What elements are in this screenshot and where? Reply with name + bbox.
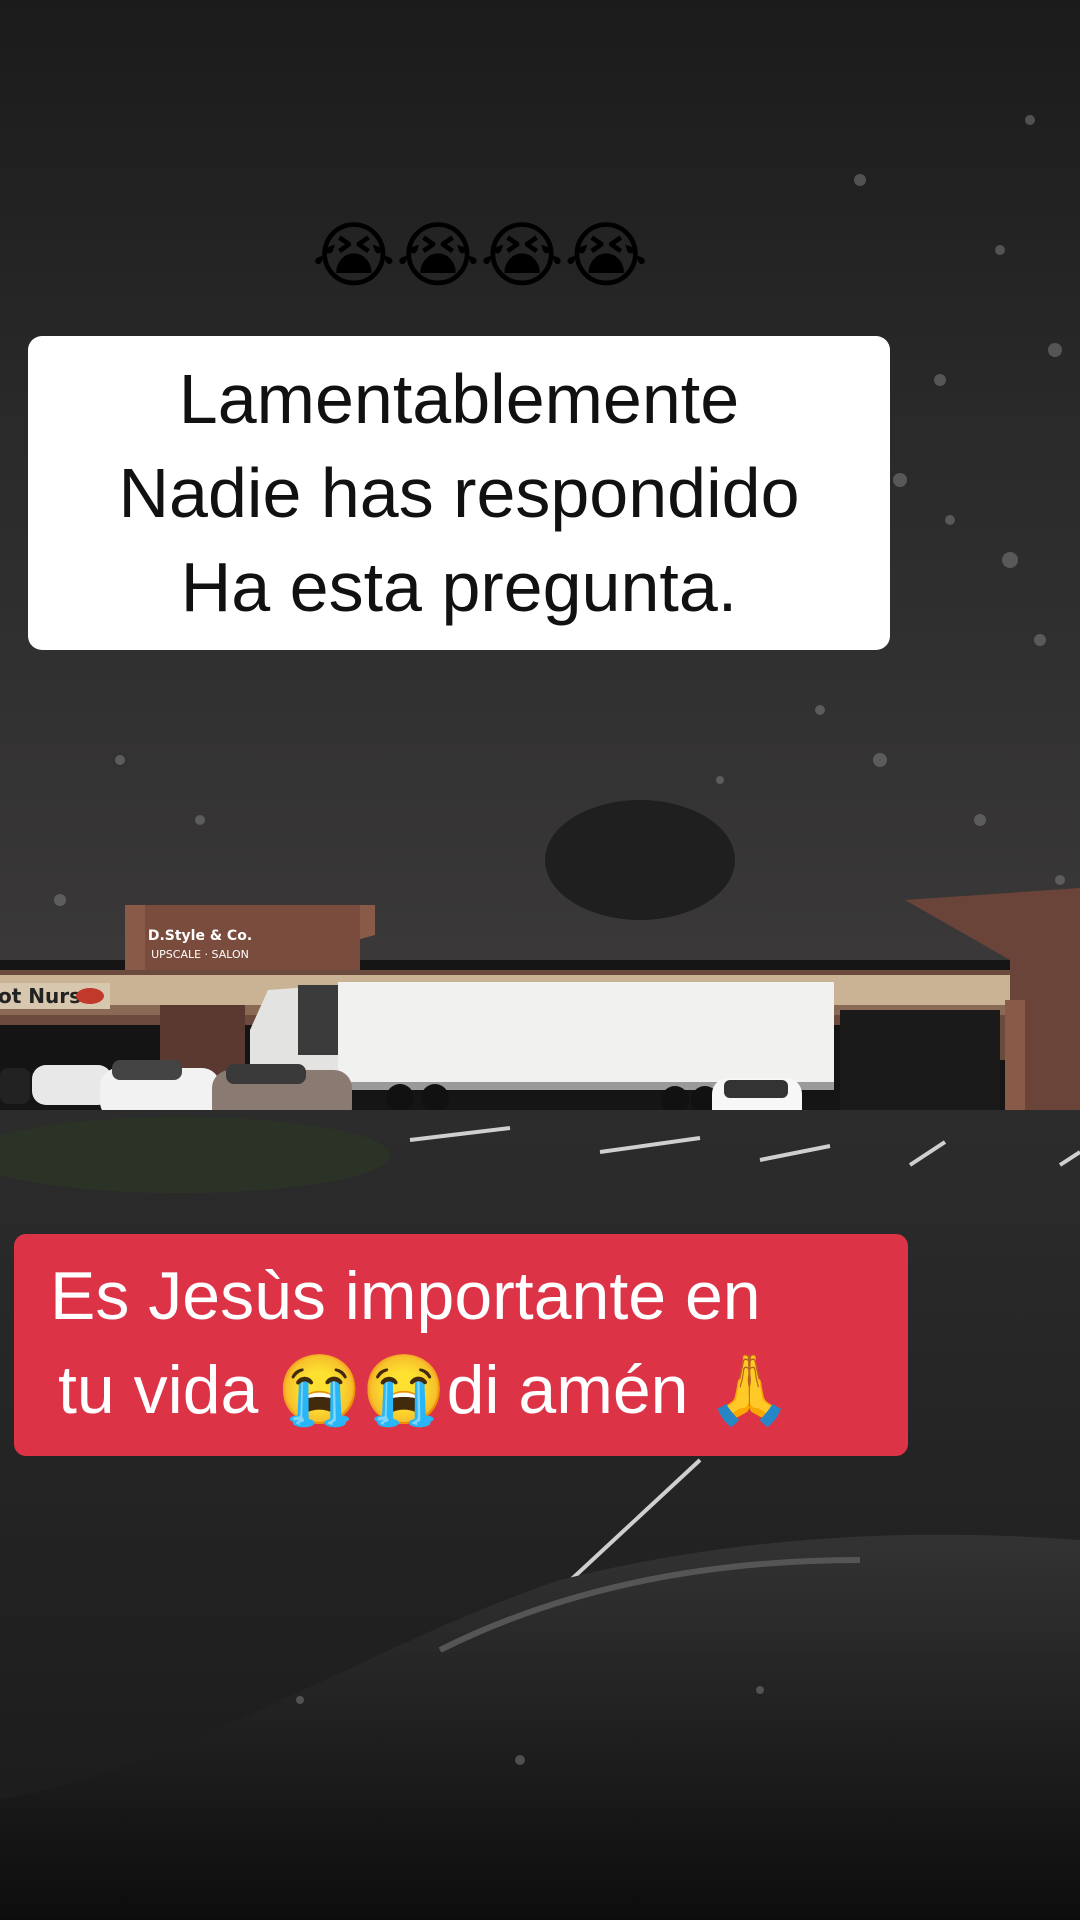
tree-silhouette bbox=[545, 800, 735, 920]
crying-emoji-row: 😭😭😭😭 bbox=[311, 213, 649, 297]
white-caption-line-3: Ha esta pregunta. bbox=[180, 548, 738, 626]
white-caption-line-2: Nadie has respondido bbox=[118, 454, 800, 532]
white-caption-line-1: Lamentablemente bbox=[178, 360, 740, 438]
white-caption-box: Lamentablemente Nadie has respondido Ha … bbox=[28, 336, 890, 650]
store-sign-logo bbox=[76, 988, 104, 1004]
red-caption-line-1: Es Jesùs importante en bbox=[50, 1258, 761, 1334]
red-caption-line-2: tu vida 😭😭di amén 🙏 bbox=[58, 1352, 793, 1428]
photo-scene: D.Style & Co. UPSCALE · SALON ot Nurse 😭… bbox=[0, 0, 1080, 1920]
salon-sign-subtitle: UPSCALE · SALON bbox=[151, 948, 249, 961]
salon-sign-name: D.Style & Co. bbox=[148, 928, 252, 944]
red-caption-box: Es Jesùs importante en tu vida 😭😭di amén… bbox=[14, 1234, 908, 1456]
